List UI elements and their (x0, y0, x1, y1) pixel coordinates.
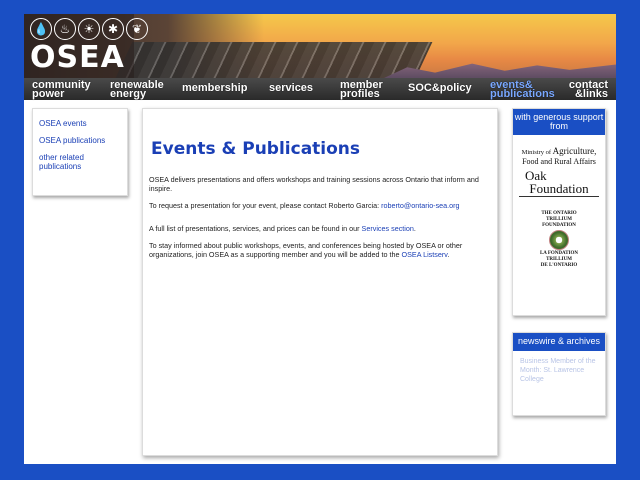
nav-membership[interactable]: membership (182, 83, 247, 94)
main-nav: community power renewable energy members… (24, 78, 616, 100)
header-banner: 💧 ♨ ☀ ✱ ❦ OSEA (24, 14, 616, 78)
nav-events-publications[interactable]: events& publications (490, 80, 555, 100)
wind-icon: ✱ (102, 18, 124, 40)
solar-panels-image (115, 42, 433, 78)
newswire-item-link[interactable]: Business Member of the Month: St. Lawren… (520, 357, 602, 384)
nav-contact-links[interactable]: contact &links (564, 80, 608, 100)
nav-services[interactable]: services (269, 83, 313, 94)
sidebar-item-osea-events[interactable]: OSEA events (39, 119, 87, 128)
sidebar-item-osea-publications[interactable]: OSEA publications (39, 136, 105, 145)
services-section-link[interactable]: Services section (362, 224, 414, 233)
contact-paragraph: To request a presentation for your event… (149, 201, 460, 210)
intro-paragraph: OSEA delivers presentations and offers w… (149, 175, 479, 193)
sun-icon: ☀ (78, 18, 100, 40)
newswire-heading: newswire & archives (513, 333, 605, 351)
email-link[interactable]: roberto@ontario-sea.org (381, 201, 459, 210)
leaf-icon: ❦ (126, 18, 148, 40)
newswire-box: newswire & archives Business Member of t… (512, 332, 606, 416)
page-title: Events & Publications (151, 139, 361, 159)
logo[interactable]: 💧 ♨ ☀ ✱ ❦ OSEA (24, 14, 148, 78)
listserv-paragraph: To stay informed about public workshops,… (149, 241, 463, 259)
sidebar-item-other-publications[interactable]: other related publications (39, 153, 109, 171)
nav-soc-policy[interactable]: SOC&policy (408, 83, 472, 94)
listserv-link[interactable]: OSEA Listserv (402, 250, 448, 259)
support-box: with generous support from Ministry of A… (512, 108, 606, 316)
support-heading: with generous support from (513, 109, 605, 135)
nav-community-power[interactable]: community power (32, 80, 91, 100)
water-drop-icon: 💧 (30, 18, 52, 40)
sidebar: OSEA events OSEA publications other rela… (32, 108, 128, 196)
logo-text: OSEA (30, 40, 125, 75)
main-content: Events & Publications OSEA delivers pres… (142, 108, 498, 456)
trillium-flower-icon (549, 230, 569, 250)
services-paragraph: A full list of presentations, services, … (149, 224, 416, 233)
page-frame: 💧 ♨ ☀ ✱ ❦ OSEA community power renewable… (24, 14, 616, 464)
ministry-logo[interactable]: Ministry of Agriculture, Food and Rural … (519, 147, 599, 167)
nav-member-profiles[interactable]: member profiles (340, 80, 383, 100)
trillium-foundation-logo[interactable]: THE ONTARIO TRILLIUM FOUNDATION LA FONDA… (519, 211, 599, 269)
flame-icon: ♨ (54, 18, 76, 40)
nav-renewable-energy[interactable]: renewable energy (110, 80, 164, 100)
oak-foundation-logo[interactable]: Oak Foundation (519, 169, 599, 197)
